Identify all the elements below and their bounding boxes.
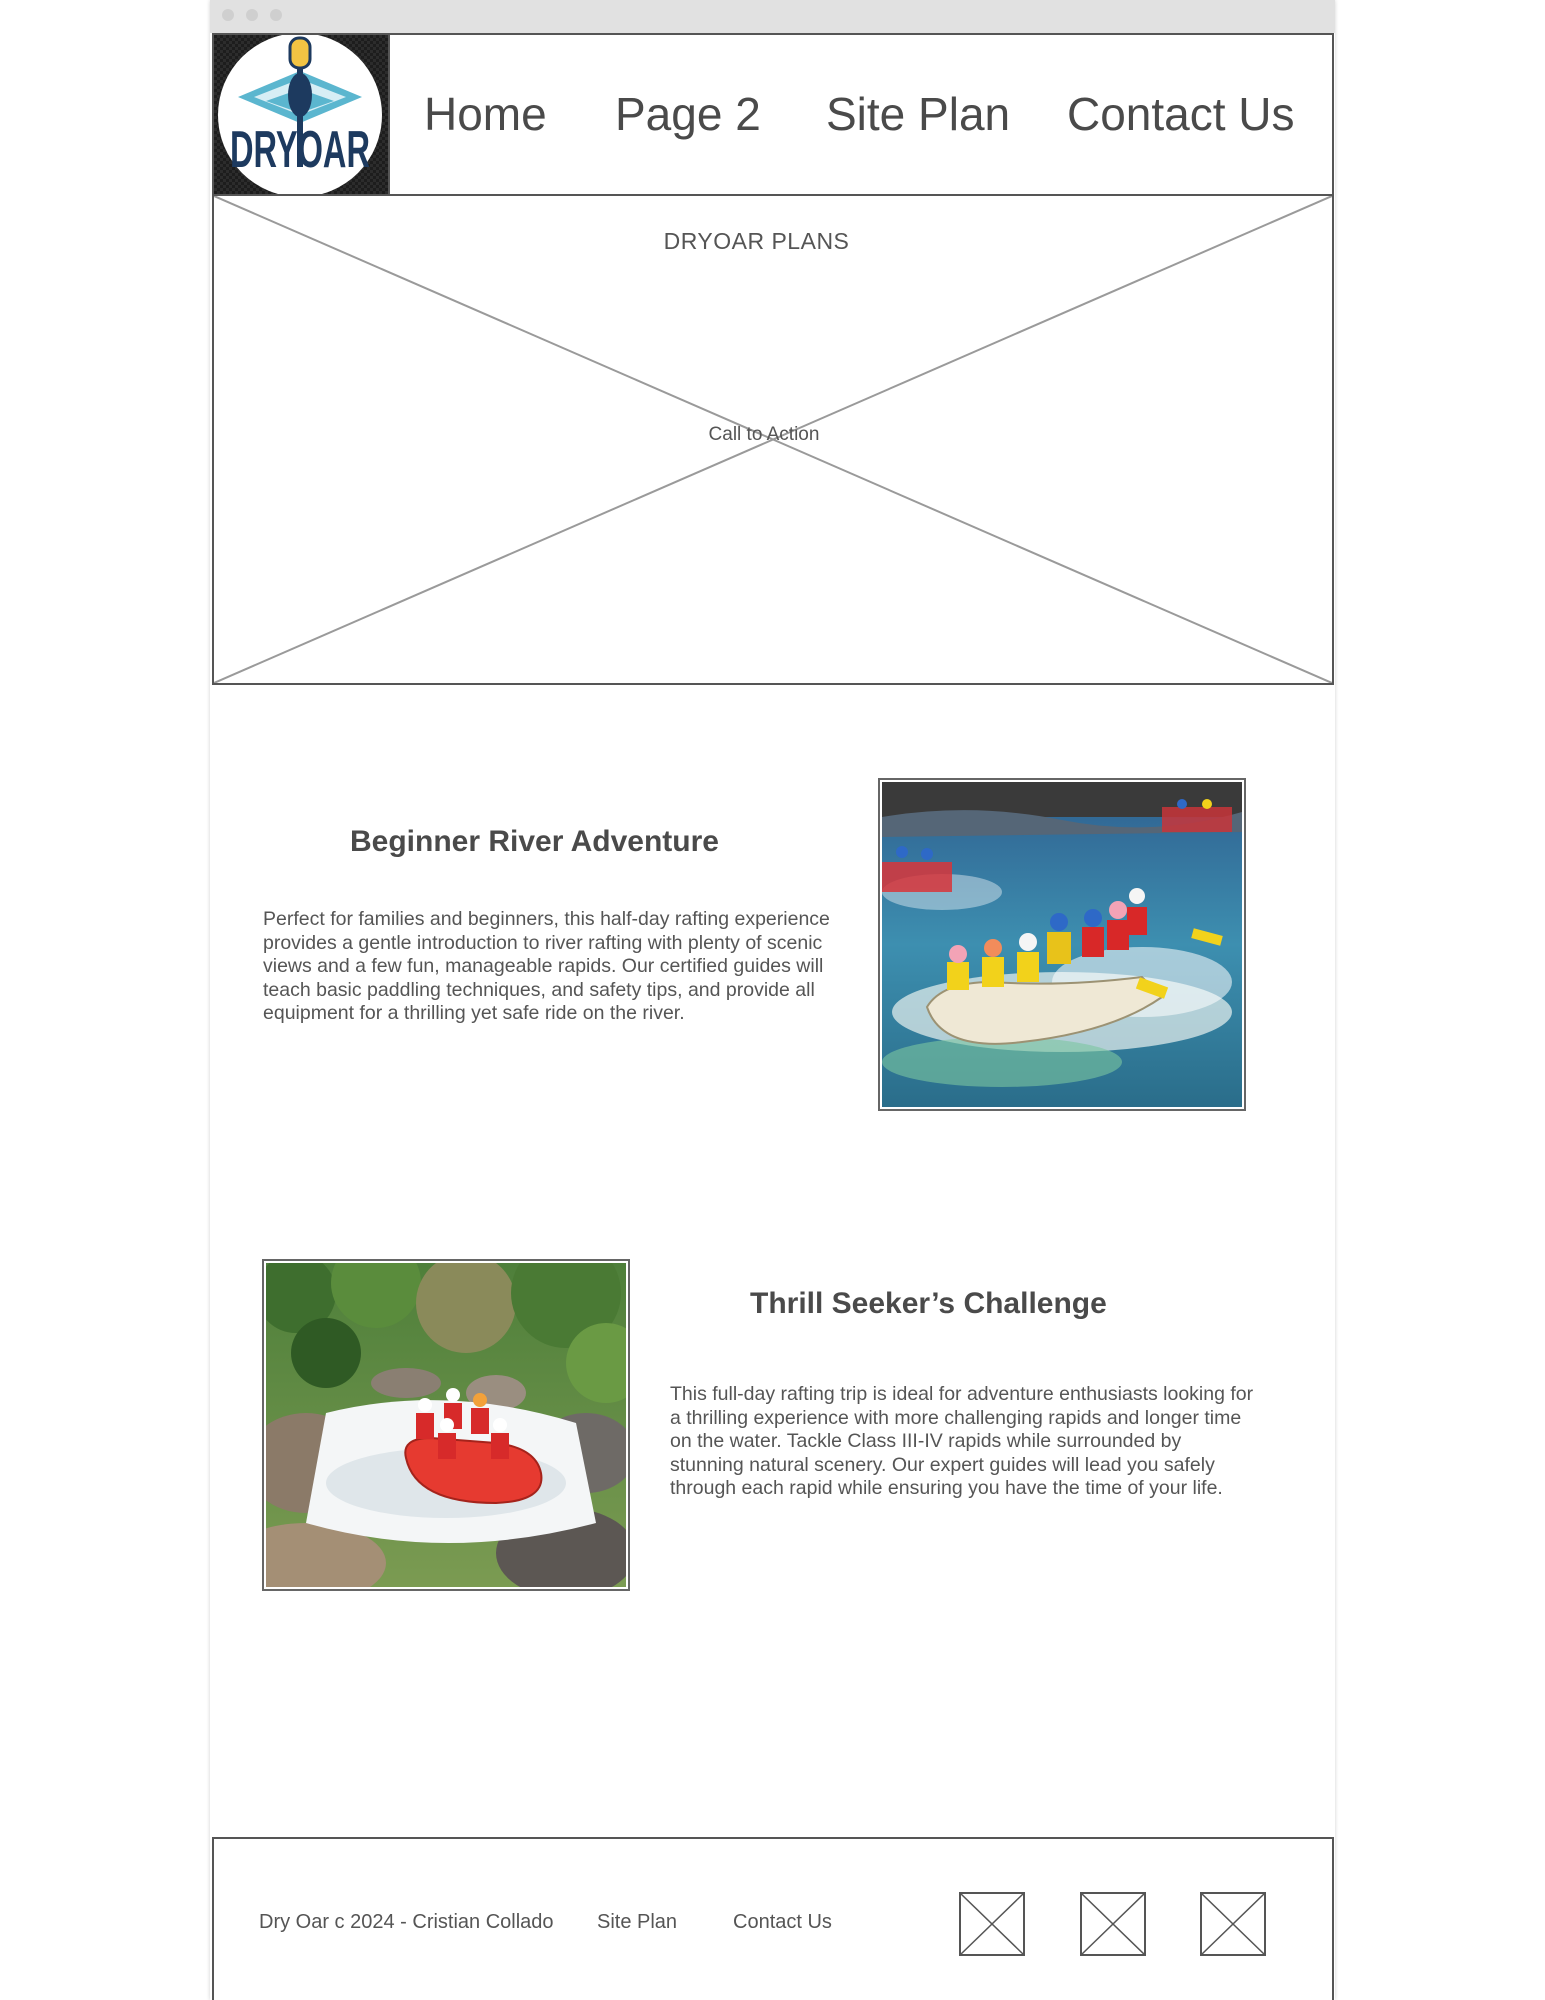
browser-window: DRYOAR Home Page 2 Site Plan Contact Us … xyxy=(210,0,1335,2000)
nav-site-plan[interactable]: Site Plan xyxy=(826,87,1010,141)
hero-title: DRYOAR PLANS xyxy=(663,228,850,254)
hero-banner: DRYOAR PLANS Call to Action xyxy=(212,196,1334,685)
site-header: DRYOAR Home Page 2 Site Plan Contact Us xyxy=(212,33,1334,196)
nav-page-2[interactable]: Page 2 xyxy=(615,87,761,141)
site-footer: Dry Oar c 2024 - Cristian Collado Site P… xyxy=(212,1837,1334,2000)
section-body-beginner: Perfect for families and beginners, this… xyxy=(263,908,830,1024)
section-body-thrill: This full-day rafting trip is ideal for … xyxy=(670,1383,1254,1499)
social-icon-1[interactable] xyxy=(959,1892,1025,1956)
section-title-thrill: Thrill Seeker’s Challenge xyxy=(750,1287,1107,1320)
nav-contact-us[interactable]: Contact Us xyxy=(1067,87,1295,141)
rafting-photo-thrill xyxy=(262,1259,630,1591)
window-maximize-dot[interactable] xyxy=(270,9,282,21)
window-close-dot[interactable] xyxy=(222,9,234,21)
social-icon-2[interactable] xyxy=(1080,1892,1146,1956)
image-placeholder-icon xyxy=(1200,1892,1266,1956)
social-icon-3[interactable] xyxy=(1200,1892,1266,1956)
window-minimize-dot[interactable] xyxy=(246,9,258,21)
section-title-beginner: Beginner River Adventure xyxy=(350,825,719,858)
rafting-image xyxy=(882,782,1242,1107)
call-to-action-button[interactable]: Call to Action xyxy=(214,424,1314,446)
footer-link-site-plan[interactable]: Site Plan xyxy=(597,1911,677,1934)
footer-link-contact-us[interactable]: Contact Us xyxy=(733,1911,832,1934)
nav-home[interactable]: Home xyxy=(424,87,547,141)
window-titlebar xyxy=(210,0,1335,33)
dryoar-logo: DRYOAR xyxy=(218,35,382,194)
image-placeholder-icon xyxy=(959,1892,1025,1956)
image-placeholder-icon xyxy=(1080,1892,1146,1956)
logo-wordmark: DRYOAR xyxy=(230,121,370,179)
logo-container[interactable]: DRYOAR xyxy=(214,35,390,194)
rafting-photo-beginner xyxy=(878,778,1246,1111)
rafting-image xyxy=(266,1263,626,1587)
footer-copyright: Dry Oar c 2024 - Cristian Collado xyxy=(259,1911,554,1933)
